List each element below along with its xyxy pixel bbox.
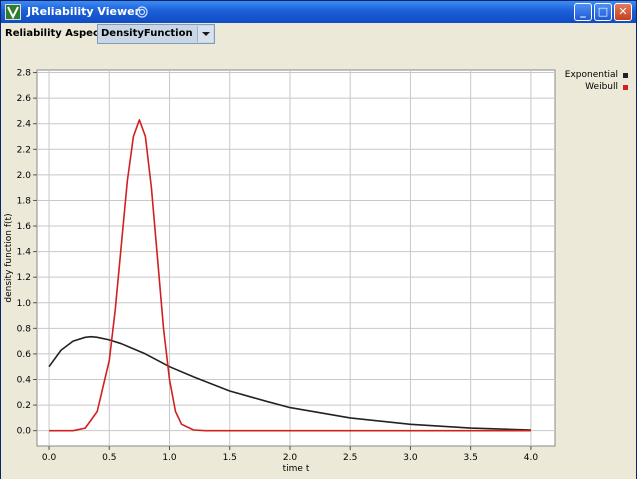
legend-swatch [623, 73, 628, 78]
y-tick-label: 2.8 [17, 69, 32, 79]
y-tick-label: 2.2 [17, 145, 31, 155]
legend-label: Weibull [585, 82, 618, 92]
y-tick-label: 0.0 [17, 427, 32, 437]
legend-label: Exponential [564, 70, 618, 80]
y-tick-label: 0.2 [17, 401, 31, 411]
legend-swatch [623, 85, 628, 90]
y-tick-label: 0.4 [17, 375, 32, 385]
reliability-aspect-label: Reliability Aspect: [5, 28, 108, 39]
legend-entry-weibull: Weibull [548, 82, 628, 94]
y-tick-label: 1.8 [17, 196, 32, 206]
reliability-aspect-dropdown[interactable]: DensityFunction [97, 24, 215, 44]
y-tick-label: 2.0 [17, 171, 32, 181]
x-axis-label: time t [283, 464, 310, 474]
y-tick-label: 0.8 [17, 324, 32, 334]
x-tick-label: 1.0 [162, 453, 177, 463]
toolbar: Reliability Aspect: DensityFunction [1, 23, 636, 45]
app-logo-icon [5, 4, 21, 20]
maximize-button[interactable]: □ [594, 3, 612, 21]
close-button[interactable]: ✕ [614, 3, 632, 21]
x-tick-label: 2.5 [343, 453, 357, 463]
y-tick-label: 0.6 [17, 350, 32, 360]
x-tick-label: 4.0 [524, 453, 539, 463]
y-axis-label: density function f(t) [4, 213, 14, 302]
x-tick-label: 0.0 [42, 453, 57, 463]
y-tick-label: 1.4 [17, 248, 32, 258]
y-tick-label: 1.6 [17, 222, 32, 232]
x-tick-label: 1.5 [223, 453, 237, 463]
window-title: JReliability Viewer [27, 5, 141, 18]
x-tick-label: 3.0 [403, 453, 418, 463]
y-tick-label: 1.0 [17, 299, 32, 309]
minimize-button[interactable]: _ [574, 3, 592, 21]
reliability-aspect-value: DensityFunction [101, 28, 193, 39]
chart-legend: Exponential Weibull [548, 70, 628, 94]
x-tick-label: 3.5 [464, 453, 478, 463]
plot-background [36, 69, 556, 447]
title-bar[interactable]: JReliability Viewer _ □ ✕ [1, 1, 636, 23]
y-tick-label: 1.2 [17, 273, 31, 283]
legend-entry-exponential: Exponential [548, 70, 628, 82]
y-tick-label: 2.4 [17, 120, 32, 130]
swirl-icon [136, 6, 148, 18]
x-tick-label: 2.0 [283, 453, 298, 463]
x-tick-label: 0.5 [102, 453, 116, 463]
chevron-down-icon[interactable] [197, 26, 213, 42]
y-tick-label: 2.6 [17, 94, 32, 104]
density-chart: 0.0 0.5 1.0 1.5 2.0 2.5 3.0 3.5 4.0 0.0 0.2 0.4 0.6 0… [4, 69, 556, 474]
